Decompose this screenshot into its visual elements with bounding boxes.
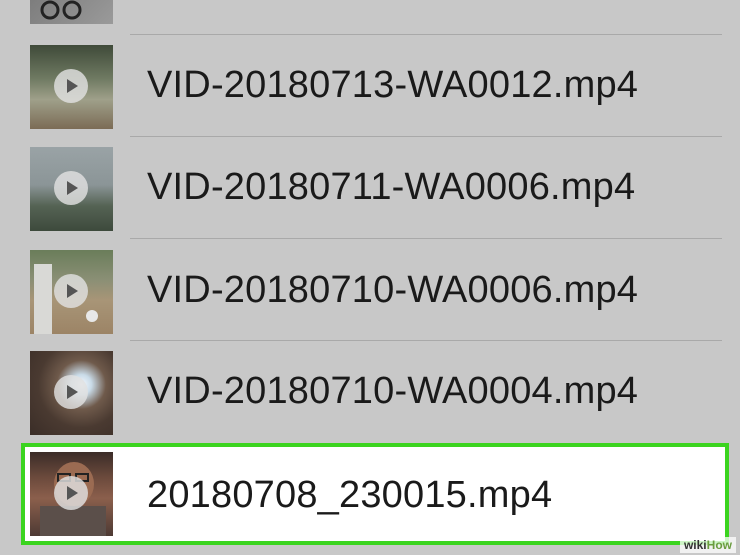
play-icon (54, 476, 88, 510)
video-thumbnail (30, 452, 113, 536)
list-item[interactable]: VID-20180710-WA0004.mp4 (0, 341, 740, 443)
watermark-wiki: wiki (683, 538, 707, 552)
file-name: VID-20180711-WA0006.mp4 (147, 166, 636, 208)
wikihow-watermark: wikiHow (679, 537, 736, 553)
video-thumbnail (30, 0, 113, 24)
play-icon (54, 274, 88, 308)
file-name: VID-20180710-WA0004.mp4 (147, 370, 639, 412)
file-name: VID-20180713-WA0012.mp4 (147, 64, 639, 106)
watermark-how: How (706, 538, 732, 552)
list-item[interactable]: VID-20180711-WA0006.mp4 (0, 137, 740, 239)
file-name: VID-20180710-WA0006.mp4 (147, 269, 639, 311)
video-thumbnail (30, 45, 113, 129)
motorcycle-image-icon (40, 0, 82, 20)
divider (130, 238, 722, 239)
video-thumbnail (30, 250, 113, 334)
play-icon (54, 375, 88, 409)
list-item-selected[interactable]: 20180708_230015.mp4 (0, 440, 740, 542)
list-item[interactable]: VID-20180710-WA0006.mp4 (0, 240, 740, 342)
list-item[interactable]: VID-20180713-WA0012.mp4 (0, 35, 740, 137)
video-thumbnail (30, 147, 113, 231)
play-icon (54, 171, 88, 205)
play-icon (54, 69, 88, 103)
list-item-partial[interactable] (0, 0, 740, 32)
file-name: 20180708_230015.mp4 (147, 474, 553, 516)
video-file-list: VID-20180713-WA0012.mp4 VID-20180711-WA0… (0, 0, 740, 555)
video-thumbnail (30, 351, 113, 435)
